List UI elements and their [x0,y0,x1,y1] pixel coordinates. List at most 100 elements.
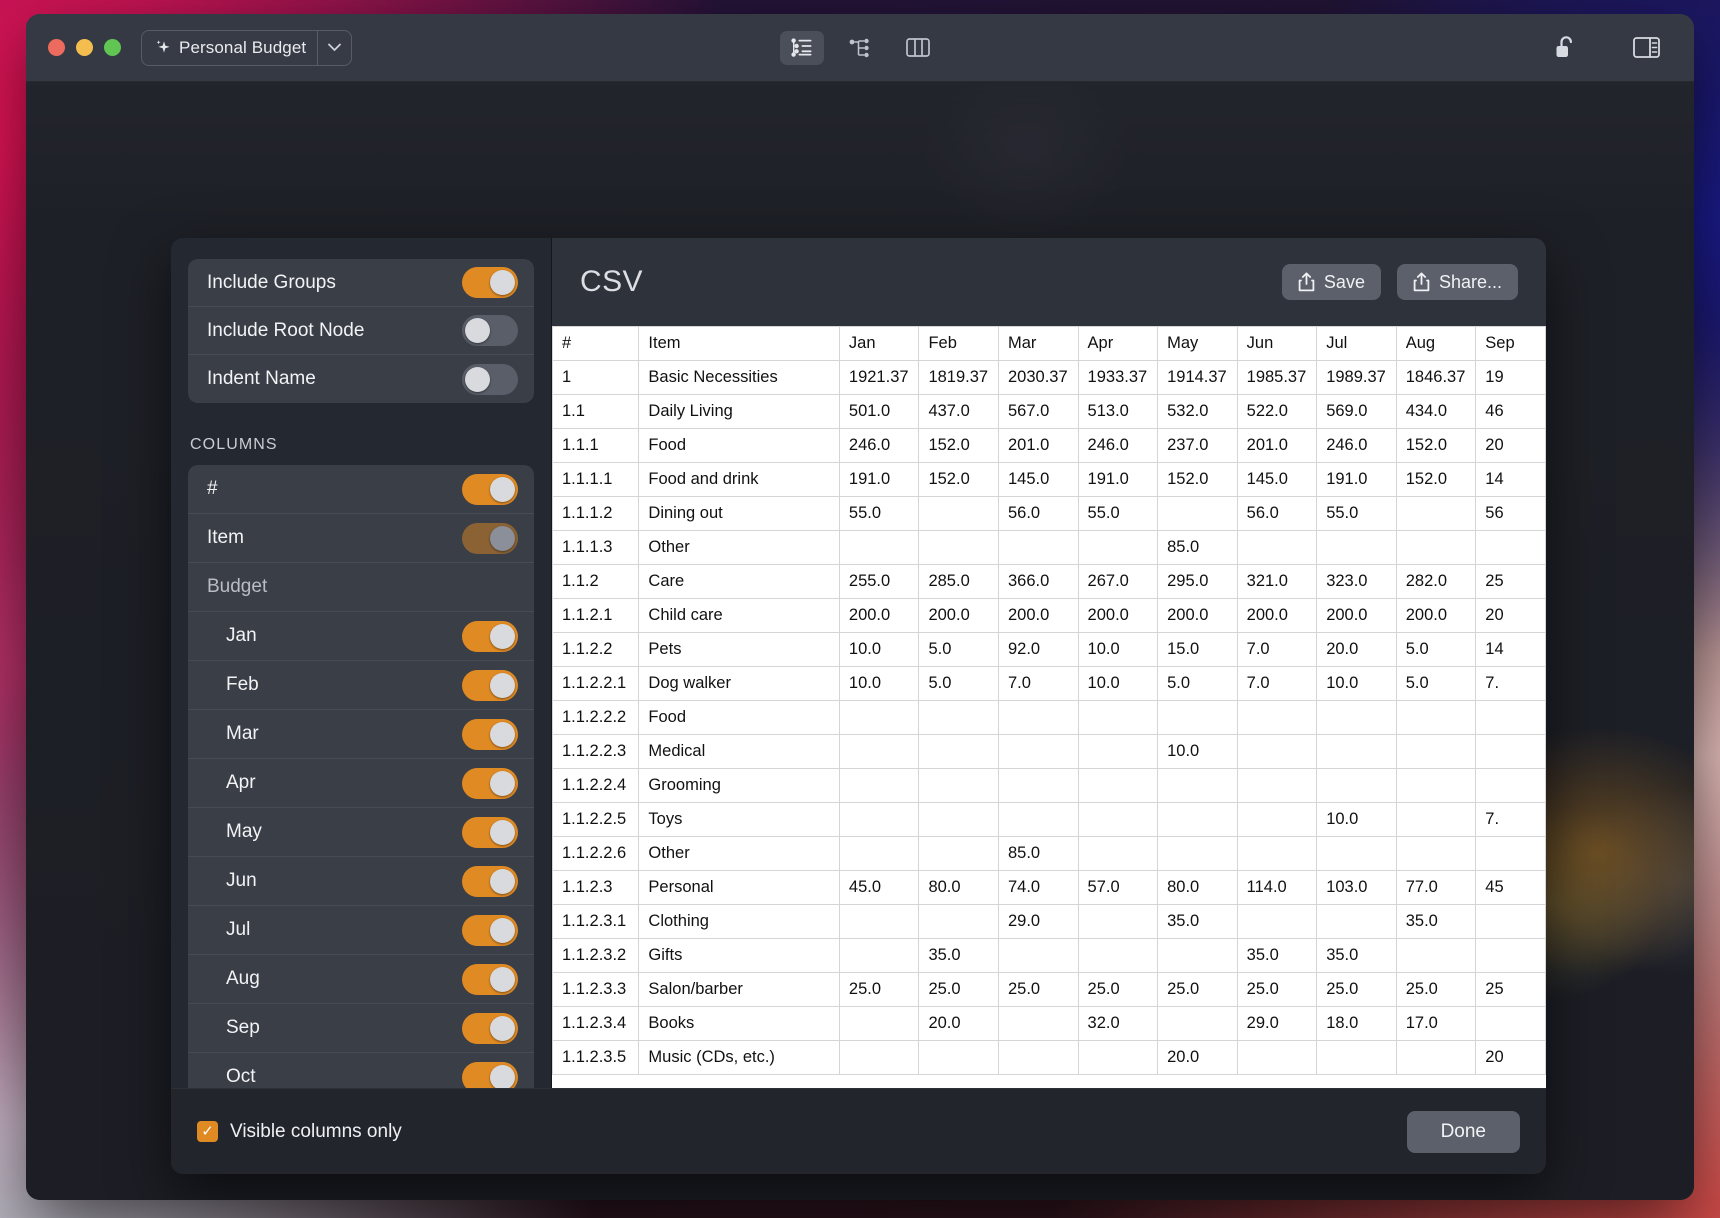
table-cell: 1.1.1.3 [553,531,639,565]
table-cell: Grooming [639,769,839,803]
share-button[interactable]: Share... [1397,264,1518,300]
table-cell [1396,837,1476,871]
toggle-column-may[interactable] [462,817,518,848]
done-button[interactable]: Done [1407,1111,1520,1153]
toggle-column-jun[interactable] [462,866,518,897]
done-button-label: Done [1441,1121,1486,1143]
table-cell: 152.0 [919,463,999,497]
column-label: Feb [207,674,462,696]
table-row: 1.1.2.2.5Toys10.07. [553,803,1546,837]
table-header-cell[interactable]: Jul [1317,327,1397,361]
document-title-chip[interactable]: Personal Budget [141,30,352,66]
table-cell [1476,735,1546,769]
toggle-column-oct[interactable] [462,1062,518,1089]
table-cell [1237,1041,1317,1075]
chevron-down-icon[interactable] [317,31,351,65]
columns-view-button[interactable] [896,31,940,65]
option-row-indent-name[interactable]: Indent Name [188,355,534,403]
table-cell: 10.0 [839,633,919,667]
table-cell [1237,905,1317,939]
table-cell: 200.0 [1396,599,1476,633]
table-cell: 35.0 [1237,939,1317,973]
table-cell [1237,769,1317,803]
table-header-cell[interactable]: May [1158,327,1238,361]
outline-list-view-button[interactable] [780,31,824,65]
column-row-jun[interactable]: Jun [188,857,534,906]
table-cell [919,701,999,735]
table-cell: 1914.37 [1158,361,1238,395]
minimize-button[interactable] [76,39,93,56]
table-header-cell[interactable]: Feb [919,327,999,361]
column-row-hash[interactable]: # [188,465,534,514]
export-options-pane: Include Groups Include Root Node Indent Na… [171,238,552,1088]
column-row-apr[interactable]: Apr [188,759,534,808]
column-row-item[interactable]: Item [188,514,534,563]
csv-table-scroll-area[interactable]: #ItemJanFebMarAprMayJunJulAugSep 1Basic … [552,326,1546,1088]
table-cell: 201.0 [999,429,1079,463]
mindmap-tree-view-button[interactable] [838,31,882,65]
table-row: 1.1.1.3Other85.0 [553,531,1546,565]
toggle-include-groups[interactable] [462,267,518,298]
toggle-column-feb[interactable] [462,670,518,701]
table-cell: 25.0 [919,973,999,1007]
toggle-include-root-node[interactable] [462,315,518,346]
column-row-feb[interactable]: Feb [188,661,534,710]
table-header-cell[interactable]: Item [639,327,839,361]
save-button[interactable]: Save [1282,264,1381,300]
close-button[interactable] [48,39,65,56]
column-row-mar[interactable]: Mar [188,710,534,759]
column-row-may[interactable]: May [188,808,534,857]
table-header-cell[interactable]: Jan [839,327,919,361]
option-row-include-groups[interactable]: Include Groups [188,259,534,307]
table-cell: 5.0 [919,633,999,667]
table-cell [1158,1007,1238,1041]
column-row-sep[interactable]: Sep [188,1004,534,1053]
inspector-sidebar-icon[interactable] [1624,31,1668,65]
column-row-oct[interactable]: Oct [188,1053,534,1088]
window-content-backdrop: Include Groups Include Root Node Indent Na… [26,82,1694,1200]
table-cell: 1.1 [553,395,639,429]
toggle-column-hash[interactable] [462,474,518,505]
toggle-column-item[interactable] [462,523,518,554]
table-header-cell[interactable]: Jun [1237,327,1317,361]
switch-knob [490,1016,515,1041]
table-cell [1396,769,1476,803]
table-header-cell[interactable]: Sep [1476,327,1546,361]
toggle-column-jan[interactable] [462,621,518,652]
table-header-cell[interactable]: Aug [1396,327,1476,361]
unlock-icon[interactable] [1544,31,1588,65]
column-row-jan[interactable]: Jan [188,612,534,661]
table-cell: 45 [1476,871,1546,905]
dialog-body: Include Groups Include Root Node Indent Na… [171,238,1546,1088]
table-cell: 1.1.1.2 [553,497,639,531]
column-label: Mar [207,723,462,745]
table-cell [1317,769,1397,803]
table-cell: Child care [639,599,839,633]
column-row-aug[interactable]: Aug [188,955,534,1004]
toggle-column-mar[interactable] [462,719,518,750]
visible-columns-only-label: Visible columns only [230,1121,402,1143]
table-header-cell[interactable]: Mar [999,327,1079,361]
toggle-column-sep[interactable] [462,1013,518,1044]
zoom-button[interactable] [104,39,121,56]
column-row-jul[interactable]: Jul [188,906,534,955]
table-cell: 191.0 [1317,463,1397,497]
option-label: Include Root Node [207,320,462,342]
table-header-cell[interactable]: # [553,327,639,361]
table-row: 1.1.2Care255.0285.0366.0267.0295.0321.03… [553,565,1546,599]
toggle-column-aug[interactable] [462,964,518,995]
table-cell: 57.0 [1078,871,1158,905]
table-cell: 267.0 [1078,565,1158,599]
table-cell [1317,1041,1397,1075]
table-cell: Food and drink [639,463,839,497]
switch-knob [465,318,490,343]
visible-columns-only-checkbox[interactable]: ✓ Visible columns only [197,1121,402,1143]
table-cell: Gifts [639,939,839,973]
option-row-include-root-node[interactable]: Include Root Node [188,307,534,355]
table-cell: 80.0 [919,871,999,905]
table-cell: 7.0 [1237,667,1317,701]
toggle-indent-name[interactable] [462,364,518,395]
toggle-column-jul[interactable] [462,915,518,946]
table-header-cell[interactable]: Apr [1078,327,1158,361]
toggle-column-apr[interactable] [462,768,518,799]
